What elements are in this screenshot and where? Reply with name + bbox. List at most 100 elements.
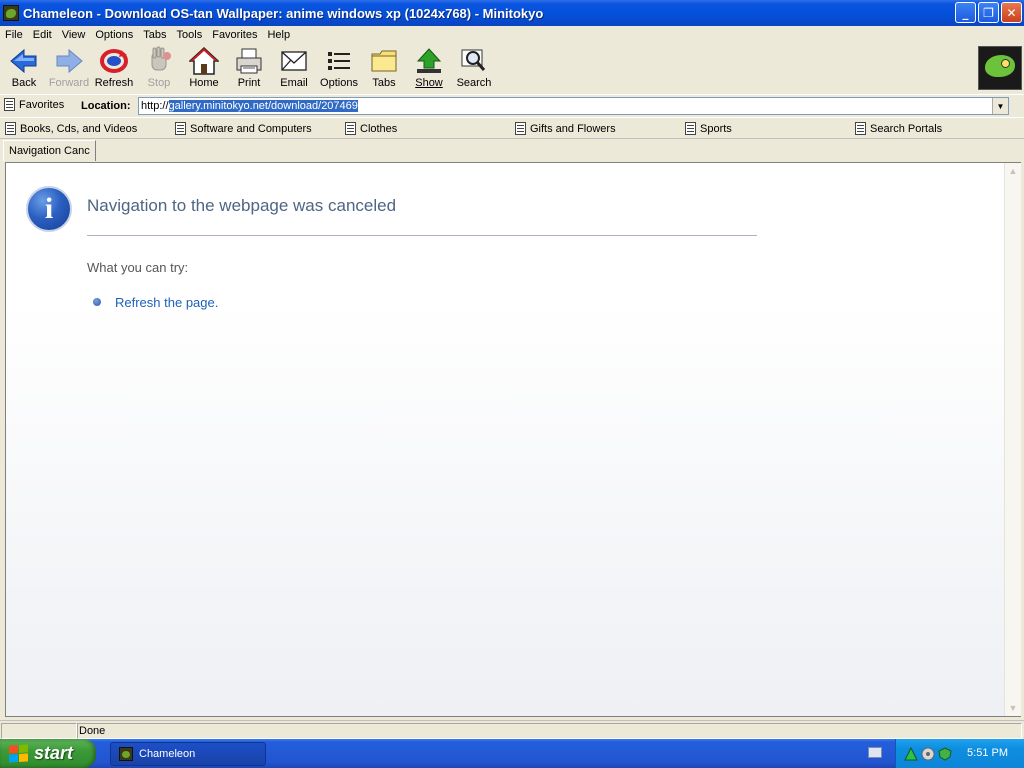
try-label: What you can try: — [87, 260, 189, 275]
favorites-label: Favorites — [19, 98, 65, 111]
link-label: Books, Cds, and Videos — [20, 122, 138, 135]
taskbar-item-chameleon[interactable]: Chameleon — [110, 742, 266, 766]
links-bar: Books, Cds, and Videos Software and Comp… — [0, 117, 1024, 139]
status-text-cell — [77, 723, 1022, 739]
options-label: Options — [320, 77, 358, 89]
volume-icon[interactable] — [921, 747, 935, 761]
network-triangle-icon[interactable] — [904, 746, 918, 761]
status-bar: Done — [0, 720, 1024, 739]
security-shield-icon[interactable] — [938, 746, 952, 761]
title-bar: Chameleon - Download OS-tan Wallpaper: a… — [0, 0, 1024, 26]
forward-arrow-icon — [56, 48, 83, 74]
email-label: Email — [280, 77, 308, 89]
info-icon: i — [26, 186, 72, 232]
home-label: Home — [189, 77, 219, 89]
refresh-page-link[interactable]: Refresh the page. — [115, 295, 218, 310]
scroll-up-icon[interactable]: ▲ — [1005, 163, 1021, 179]
link-page-icon — [5, 122, 16, 135]
show-label: Show — [415, 77, 443, 89]
link-page-icon — [855, 122, 866, 135]
taskbar: start Chameleon 5:51 PM — [0, 739, 1024, 768]
page-title: Navigation to the webpage was canceled — [87, 196, 397, 215]
home-button[interactable]: Home — [182, 46, 226, 92]
link-gifts-flowers[interactable]: Gifts and Flowers — [515, 122, 616, 135]
menu-bar: File Edit View Options Tabs Tools Favori… — [0, 26, 1024, 44]
menu-file[interactable]: File — [0, 29, 28, 41]
address-text[interactable]: http://gallery.minitokyo.net/download/20… — [139, 100, 358, 112]
favorites-button[interactable]: Favorites — [4, 98, 64, 111]
link-label: Clothes — [360, 122, 398, 135]
link-page-icon — [175, 122, 186, 135]
refresh-icon — [100, 49, 128, 73]
window-title: Chameleon - Download OS-tan Wallpaper: a… — [23, 5, 544, 21]
restore-button[interactable]: ❐ — [978, 2, 999, 23]
menu-options[interactable]: Options — [90, 29, 138, 41]
print-button[interactable]: Print — [227, 46, 271, 92]
bullet-icon — [93, 298, 101, 306]
link-books-cds-videos[interactable]: Books, Cds, and Videos — [5, 122, 137, 135]
tab-strip: Navigation Canc — [0, 139, 1024, 161]
link-label: Gifts and Flowers — [530, 122, 616, 135]
link-page-icon — [515, 122, 526, 135]
link-software-computers[interactable]: Software and Computers — [175, 122, 312, 135]
link-search-portals[interactable]: Search Portals — [855, 122, 942, 135]
link-sports[interactable]: Sports — [685, 122, 732, 135]
toolbar: Back Forward Refresh Stop Home Print Ema… — [0, 44, 1024, 94]
window-controls: _ ❐ ✕ — [955, 2, 1022, 23]
location-label: Location: — [81, 100, 131, 112]
folder-icon — [371, 50, 397, 72]
list-options-icon — [328, 52, 350, 70]
show-up-arrow-icon — [416, 48, 442, 73]
system-tray: 5:51 PM — [895, 739, 1024, 768]
email-button[interactable]: Email — [272, 46, 316, 92]
menu-edit[interactable]: Edit — [28, 29, 57, 41]
close-button[interactable]: ✕ — [1001, 2, 1022, 23]
menu-tools[interactable]: Tools — [172, 29, 208, 41]
minimize-button[interactable]: _ — [955, 2, 976, 23]
menu-help[interactable]: Help — [262, 29, 295, 41]
search-label: Search — [456, 77, 492, 89]
link-label: Software and Computers — [190, 122, 312, 135]
start-label: start — [34, 743, 74, 763]
link-label: Search Portals — [870, 122, 943, 135]
options-button[interactable]: Options — [317, 46, 361, 92]
windows-flag-icon — [9, 744, 28, 763]
back-label: Back — [11, 77, 37, 89]
home-icon — [189, 46, 219, 75]
chameleon-app-icon[interactable] — [3, 5, 19, 21]
refresh-button[interactable]: Refresh — [92, 46, 136, 92]
back-arrow-icon — [10, 48, 37, 74]
keyboard-icon[interactable] — [868, 747, 882, 758]
vertical-scrollbar[interactable]: ▲ ▼ — [1004, 163, 1021, 716]
show-button[interactable]: Show — [407, 46, 451, 92]
stop-label: Stop — [147, 77, 171, 89]
stop-hand-icon — [151, 46, 171, 71]
tab-navigation-canceled[interactable]: Navigation Canc — [3, 140, 96, 161]
tabs-label: Tabs — [372, 77, 396, 89]
forward-label: Forward — [48, 77, 90, 89]
address-input[interactable]: http://gallery.minitokyo.net/download/20… — [138, 97, 1009, 115]
menu-view[interactable]: View — [57, 29, 91, 41]
search-magnifier-icon — [461, 49, 486, 71]
back-button[interactable]: Back — [2, 46, 46, 92]
search-button[interactable]: Search — [452, 46, 496, 92]
forward-button[interactable]: Forward — [47, 46, 91, 92]
tabs-button[interactable]: Tabs — [362, 46, 406, 92]
printer-icon — [236, 48, 262, 74]
clock[interactable]: 5:51 PM — [967, 747, 1008, 759]
status-text: Done — [79, 725, 106, 737]
favorites-page-icon — [4, 98, 15, 111]
url-prefix: http:// — [141, 100, 169, 112]
chameleon-task-icon — [119, 747, 133, 761]
menu-tabs[interactable]: Tabs — [138, 29, 171, 41]
menu-favorites[interactable]: Favorites — [207, 29, 262, 41]
address-dropdown-button[interactable]: ▼ — [992, 98, 1008, 114]
start-button[interactable]: start — [0, 739, 96, 768]
stop-button[interactable]: Stop — [137, 46, 181, 92]
scroll-down-icon[interactable]: ▼ — [1005, 700, 1021, 716]
title-divider — [87, 235, 757, 236]
taskbar-item-label: Chameleon — [139, 748, 196, 760]
chameleon-logo — [978, 46, 1022, 90]
link-clothes[interactable]: Clothes — [345, 122, 397, 135]
url-selected: gallery.minitokyo.net/download/207469 — [168, 100, 358, 112]
